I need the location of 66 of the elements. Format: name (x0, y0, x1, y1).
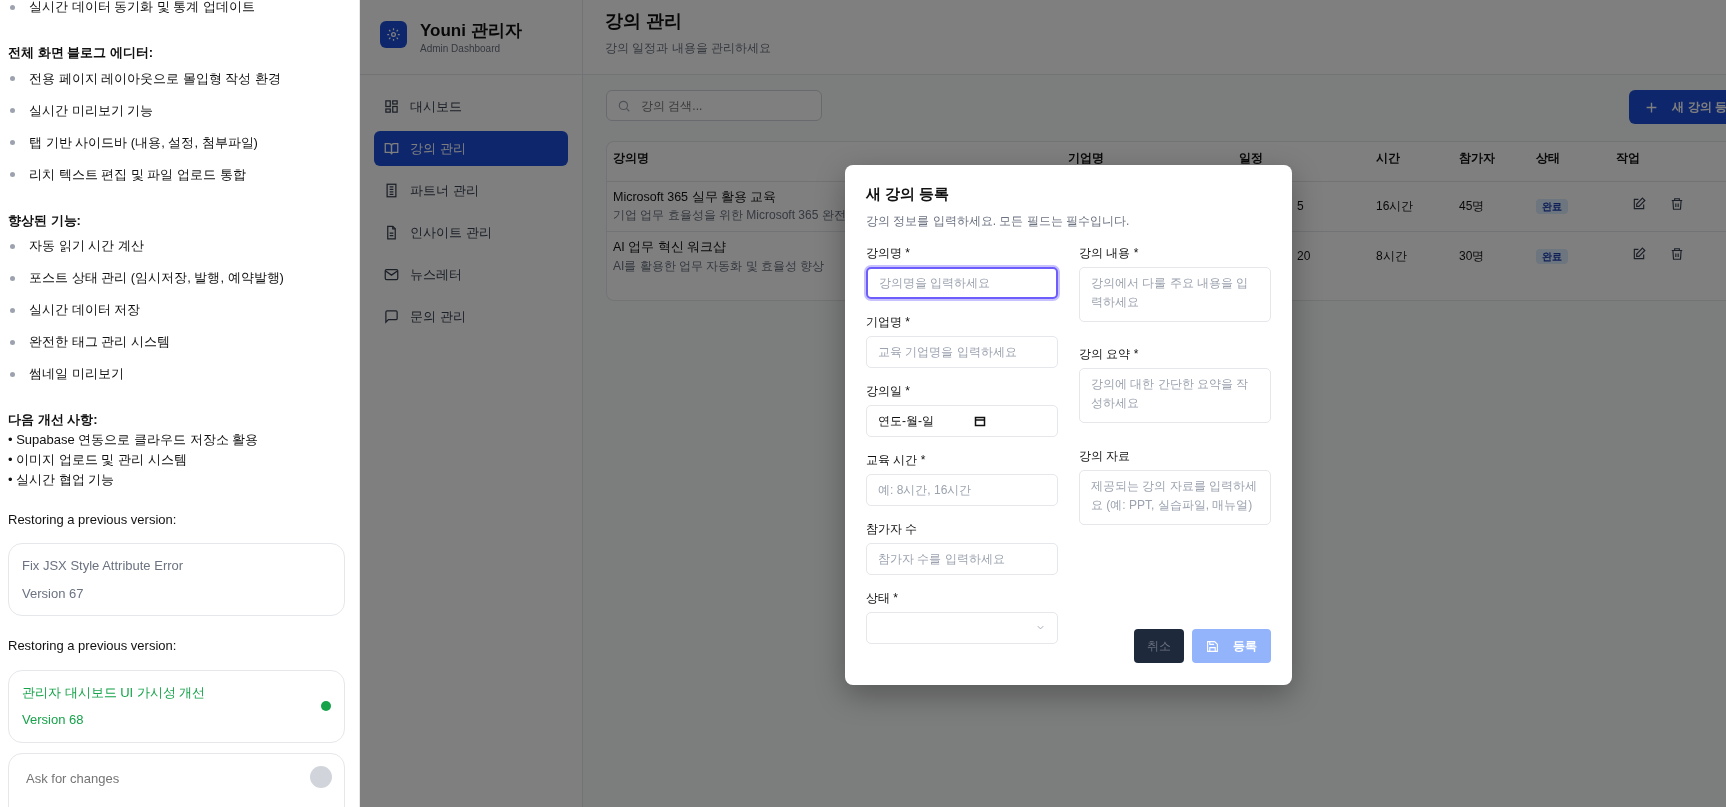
field-label: 기업명 * (866, 313, 911, 331)
list-item: • 이미지 업로드 및 관리 시스템 (8, 450, 188, 469)
section-heading: 향상된 기능: (8, 211, 82, 230)
text-area[interactable]: 강의에 대한 간단한 요약을 작성하세요 (1079, 368, 1271, 423)
date-field[interactable]: 연도-월-일 (866, 404, 1058, 437)
course-title: AI 업무 혁신 워크샵 (613, 238, 727, 256)
column-header: 시간 (1370, 142, 1453, 181)
field-label: 강의 요약 * (1079, 346, 1140, 363)
course-description: 기업 업무 효율성을 위한 Microsoft 365 완전 (613, 207, 846, 225)
input-field[interactable]: 강의명을 입력하세요 (866, 266, 1058, 299)
field-label: 참가자 수 (866, 520, 919, 538)
nav-item[interactable]: 파트너 관리 (374, 173, 568, 208)
table-cell: 8시간 (1370, 231, 1453, 281)
nav-item[interactable]: 강의 관리 (374, 131, 568, 166)
list-item: 실시간 데이터 저장 (29, 301, 141, 320)
field-label: 강의명 * (866, 244, 911, 262)
message-text: Restoring a previous version: (8, 637, 178, 655)
brand-subtitle: Admin Dashboard (420, 42, 502, 56)
new-course-button[interactable]: 새 강의 등 (1629, 90, 1726, 124)
field-label: 상태 * (866, 589, 899, 607)
field-label: 강의 내용 * (1079, 244, 1140, 262)
table-cell: 16시간 (1370, 181, 1453, 231)
page-title: 강의 관리 (605, 10, 683, 33)
table-cell: 45명 (1453, 181, 1530, 231)
nav-item[interactable]: 인사이트 관리 (374, 215, 568, 250)
status-badge: 완료 (1536, 249, 1568, 265)
field-label: 강의일 * (866, 382, 911, 400)
list-item: • Supabase 연동으로 클라우드 저장소 활용 (8, 430, 260, 449)
version-label: Version 68 (22, 711, 85, 729)
list-item: 실시간 데이터 동기화 및 통계 업데이트 (29, 0, 256, 17)
cancel-button[interactable]: 취소 (1134, 629, 1184, 663)
list-item: 완전한 태그 관리 시스템 (29, 333, 170, 352)
nav-item[interactable]: 대시보드 (374, 89, 568, 124)
section-heading: 다음 개선 사항: (8, 411, 99, 429)
list-item: 리치 텍스트 편집 및 파일 업로드 통합 (29, 165, 246, 184)
version-card[interactable]: Fix JSX Style Attribute Error Version 67 (8, 543, 345, 616)
version-label: Version 67 (22, 584, 85, 603)
list-item: 전용 페이지 레이아웃으로 몰입형 작성 환경 (29, 69, 282, 88)
list-item: 탭 기반 사이드바 (내용, 설정, 첨부파일) (29, 133, 258, 152)
dialog-subtitle: 강의 정보를 입력하세요. 모든 필드는 필수입니다. (866, 212, 1131, 230)
version-card[interactable]: 관리자 대시보드 UI 가시성 개선 Version 68 (8, 669, 345, 743)
list-item: 실시간 미리보기 기능 (29, 101, 154, 120)
table-cell: 30명 (1453, 231, 1530, 281)
list-item: • 실시간 협업 기능 (8, 470, 116, 489)
column-header: 상태 (1530, 142, 1610, 181)
status-badge: 완료 (1536, 199, 1568, 214)
dialog-title: 새 강의 등록 (866, 184, 951, 204)
version-title: Fix JSX Style Attribute Error (22, 557, 184, 575)
version-title: 관리자 대시보드 UI 가시성 개선 (22, 683, 206, 702)
list-item: 자동 읽기 시간 계산 (29, 237, 144, 256)
field-label: 강의 자료 (1079, 447, 1132, 465)
page-subtitle: 강의 일정과 내용을 관리하세요 (605, 40, 772, 57)
list-item: 썸네일 미리보기 (29, 365, 124, 384)
field-label: 교육 시간 * (866, 451, 927, 469)
course-title: Microsoft 365 실무 활용 교육 (613, 188, 777, 206)
nav-item[interactable]: 뉴스레터 (374, 257, 568, 292)
list-item: 포스트 상태 관리 (임시저장, 발행, 예약발행) (29, 269, 284, 288)
brand-title: Youni 관리자 (420, 21, 522, 41)
column-header: 작업 (1610, 142, 1726, 181)
message-text: Restoring a previous version: (8, 510, 178, 529)
search-field[interactable]: 강의 검색... (606, 90, 822, 121)
column-header: 참가자 (1453, 142, 1530, 181)
section-heading: 전체 화면 블로그 에디터: (8, 44, 155, 62)
course-description: AI를 활용한 업무 자동화 및 효율성 향상 (613, 257, 825, 275)
nav-item[interactable]: 문의 관리 (374, 299, 568, 334)
text-area[interactable]: 제공되는 강의 자료를 입력하세요 (예: PPT, 실습파일, 매뉴얼) (1079, 469, 1271, 525)
